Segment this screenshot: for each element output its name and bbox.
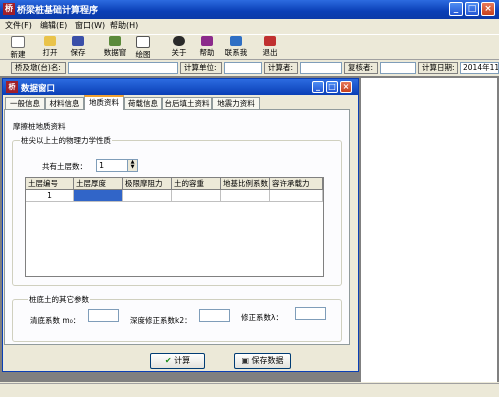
help-label: 帮助 — [199, 48, 215, 57]
tab-seismic[interactable]: 地震力资料 — [212, 97, 260, 109]
lambda-label: 修正系数λ： — [241, 313, 283, 322]
unit-field[interactable] — [224, 62, 262, 74]
bridge-name-field[interactable] — [68, 62, 178, 74]
open-label: 打开 — [42, 48, 58, 57]
save-data-label: 保存数据 — [251, 356, 284, 365]
exit-button[interactable]: 退出 — [258, 35, 282, 59]
save-label: 保存 — [70, 48, 86, 57]
header-layer-no: 土层编号 — [26, 178, 74, 190]
calculate-button[interactable]: ✔ 计算 — [150, 353, 205, 369]
m0-label: 清底系数 m₀： — [30, 316, 81, 325]
tab-material[interactable]: 材料信息 — [45, 97, 84, 109]
data-window-button[interactable]: 数据窗 — [102, 35, 128, 59]
about-icon — [173, 36, 185, 46]
data-window-title: 数据窗口 — [21, 84, 56, 94]
open-button[interactable]: 打开 — [38, 35, 62, 59]
date-label: 计算日期: — [418, 62, 458, 74]
table-cell-selected[interactable] — [74, 190, 123, 202]
menu-file[interactable]: 文件(F) — [5, 20, 32, 31]
child-close-button[interactable]: × — [340, 81, 352, 93]
k2-input[interactable] — [199, 309, 230, 322]
soil-properties-group-label: 桩尖以上土的物理力学性质 — [20, 135, 112, 146]
save-data-button[interactable]: ▣ 保存数据 — [234, 353, 291, 369]
about-button[interactable]: 关于 — [167, 35, 191, 59]
plot-icon — [136, 36, 150, 48]
menu-edit[interactable]: 编辑(E) — [40, 20, 67, 31]
help-book-icon — [201, 36, 213, 46]
help-button[interactable]: 帮助 — [195, 35, 219, 59]
table-cell[interactable] — [123, 190, 172, 202]
reviewer-field[interactable] — [380, 62, 416, 74]
minimize-button[interactable]: _ — [449, 2, 463, 16]
header-friction: 极限摩阻力 — [123, 178, 172, 190]
unit-label: 计算单位: — [180, 62, 222, 74]
new-label: 新建 — [10, 50, 26, 59]
bridge-name-label: 桥及墩(台)名: — [11, 62, 66, 74]
calculator-label: 计算者: — [264, 62, 298, 74]
save-icon — [72, 36, 84, 46]
plot-button[interactable]: 绘图 — [131, 35, 155, 59]
header-thickness: 土层厚度 — [74, 178, 123, 190]
menu-window[interactable]: 窗口(W) — [75, 20, 105, 31]
table-cell[interactable] — [221, 190, 270, 202]
menu-help[interactable]: 帮助(H) — [110, 20, 138, 31]
open-folder-icon — [44, 36, 56, 46]
contact-button[interactable]: 联系我 — [222, 35, 250, 59]
data-window-icon: 桥 — [6, 81, 18, 93]
maximize-button[interactable]: □ — [465, 2, 479, 16]
about-label: 关于 — [171, 48, 187, 57]
layer-count-spinner[interactable]: 1 ▲ ▼ — [96, 159, 138, 172]
bottom-soil-group-label: 桩底土的其它参数 — [28, 294, 90, 305]
result-pane — [361, 78, 497, 382]
contact-label: 联系我 — [224, 48, 248, 57]
close-button[interactable]: × — [481, 2, 495, 16]
k2-label: 深度修正系数k2： — [130, 316, 192, 325]
table-cell[interactable]: 1 — [26, 190, 74, 202]
lambda-input[interactable] — [295, 307, 326, 320]
calculate-label: 计算 — [174, 356, 191, 365]
calculator-field[interactable] — [300, 62, 342, 74]
plot-label: 绘图 — [135, 50, 151, 59]
reviewer-label: 复核者: — [344, 62, 378, 74]
tab-geology[interactable]: 地质资料 — [84, 95, 124, 110]
header-unit-weight: 土的容重 — [172, 178, 221, 190]
date-field[interactable]: 2014年11 — [460, 62, 499, 74]
floppy-icon: ▣ — [241, 356, 249, 365]
new-file-icon — [11, 36, 25, 48]
child-minimize-button[interactable]: _ — [312, 81, 324, 93]
status-bar — [0, 383, 499, 397]
data-window-titlebar[interactable] — [3, 79, 358, 95]
tab-general[interactable]: 一般信息 — [5, 97, 45, 109]
spinner-arrows-icon[interactable]: ▲ ▼ — [127, 160, 137, 171]
data-window-icon — [109, 36, 121, 46]
layer-count-value: 1 — [99, 161, 105, 170]
table-cell[interactable] — [270, 190, 323, 202]
checkmark-icon: ✔ — [164, 356, 172, 365]
table-cell[interactable] — [172, 190, 221, 202]
window-title: 桥梁桩基础计算程序 — [17, 6, 99, 16]
section-title: 摩擦桩地质资料 — [12, 121, 67, 132]
m0-input[interactable] — [88, 309, 119, 322]
layer-count-label: 共有土层数： — [42, 162, 87, 171]
save-button[interactable]: 保存 — [66, 35, 90, 59]
tab-backfill[interactable]: 台后填土资料 — [162, 97, 212, 109]
exit-label: 退出 — [262, 48, 278, 57]
app-icon: 桥 — [3, 3, 15, 15]
header-bearing: 容许承载力 — [270, 178, 323, 190]
child-maximize-button[interactable]: □ — [326, 81, 338, 93]
new-button[interactable]: 新建 — [6, 35, 30, 59]
header-proportional-coef: 地基比例系数 — [221, 178, 270, 190]
exit-icon — [264, 36, 276, 46]
data-window-label: 数据窗 — [103, 48, 127, 57]
contact-icon — [230, 36, 242, 46]
tab-load[interactable]: 荷载信息 — [124, 97, 162, 109]
